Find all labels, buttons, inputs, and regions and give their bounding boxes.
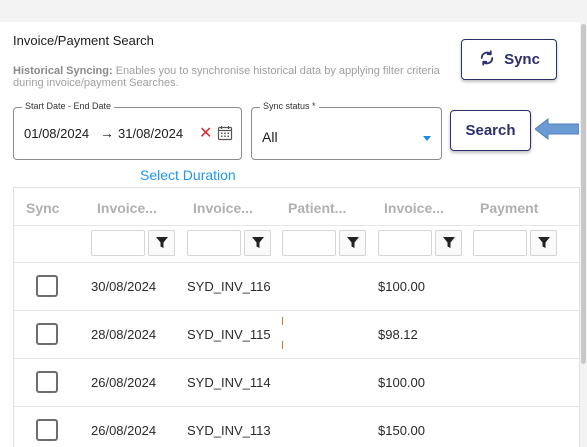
column-header-invoice-date[interactable]: Invoice... xyxy=(97,200,157,216)
filter-row xyxy=(14,226,579,263)
filter-icon[interactable] xyxy=(530,230,557,256)
table-row[interactable]: 28/08/2024 SYD_INV_115 $98.12 xyxy=(14,311,579,359)
column-header-patient[interactable]: Patient... xyxy=(288,200,346,216)
invoice-date-cell: 30/08/2024 xyxy=(91,279,157,294)
start-date-value[interactable]: 01/08/2024 xyxy=(24,126,89,141)
patient-cell-marker xyxy=(282,341,283,349)
filter-icon[interactable] xyxy=(244,230,271,256)
invoice-date-cell: 28/08/2024 xyxy=(91,327,157,342)
invoice-number-cell: SYD_INV_114 xyxy=(187,375,271,390)
pointer-arrow-icon xyxy=(535,118,579,140)
table-row[interactable]: 26/08/2024 SYD_INV_113 $150.00 xyxy=(14,407,579,447)
scrollbar-thumb[interactable] xyxy=(581,24,586,364)
historical-sync-description: Historical Syncing: Enables you to synch… xyxy=(13,65,458,89)
invoice-table: Sync Invoice... Invoice... Patient... In… xyxy=(13,187,580,447)
filter-input-invoice-number[interactable] xyxy=(187,230,241,256)
date-range-legend: Start Date - End Date xyxy=(22,101,115,111)
row-sync-checkbox[interactable] xyxy=(36,323,58,345)
invoice-date-cell: 26/08/2024 xyxy=(91,423,157,438)
search-button[interactable]: Search xyxy=(450,110,531,151)
column-header-payment[interactable]: Payment xyxy=(480,200,538,216)
filter-input-patient[interactable] xyxy=(282,230,336,256)
filter-input-invoice-amount[interactable] xyxy=(378,230,432,256)
row-sync-checkbox[interactable] xyxy=(36,371,58,393)
filter-icon[interactable] xyxy=(339,230,366,256)
invoice-number-cell: SYD_INV_116 xyxy=(187,279,271,294)
filter-input-invoice-date[interactable] xyxy=(91,230,145,256)
sync-status-legend: Sync status * xyxy=(260,101,319,111)
select-duration-link[interactable]: Select Duration xyxy=(140,167,236,183)
sync-button-label: Sync xyxy=(504,51,540,68)
arrow-right-icon: → xyxy=(100,125,114,141)
sync-status-select[interactable]: Sync status * All xyxy=(251,101,442,160)
column-header-invoice-amount[interactable]: Invoice... xyxy=(384,200,444,216)
filter-input-payment[interactable] xyxy=(473,230,527,256)
calendar-icon[interactable] xyxy=(217,125,233,141)
invoice-number-cell: SYD_INV_113 xyxy=(187,423,271,438)
sync-icon xyxy=(478,49,496,71)
filter-icon[interactable] xyxy=(148,230,175,256)
column-header-invoice-number[interactable]: Invoice... xyxy=(193,200,253,216)
sync-status-value: All xyxy=(262,129,278,145)
column-header-sync[interactable]: Sync xyxy=(26,200,59,216)
page-title: Invoice/Payment Search xyxy=(13,33,154,48)
row-sync-checkbox[interactable] xyxy=(36,419,58,441)
invoice-number-cell: SYD_INV_115 xyxy=(187,327,271,342)
dropdown-caret-icon[interactable] xyxy=(423,136,431,141)
patient-cell-marker xyxy=(282,317,283,325)
row-sync-checkbox[interactable] xyxy=(36,275,58,297)
invoice-amount-cell: $100.00 xyxy=(378,375,425,390)
invoice-date-cell: 26/08/2024 xyxy=(91,375,157,390)
sync-button[interactable]: Sync xyxy=(461,39,557,80)
description-label: Historical Syncing: xyxy=(13,65,113,77)
invoice-amount-cell: $98.12 xyxy=(378,327,418,342)
invoice-amount-cell: $100.00 xyxy=(378,279,425,294)
end-date-value[interactable]: 31/08/2024 xyxy=(118,126,183,141)
date-range-field[interactable]: Start Date - End Date 01/08/2024 → 31/08… xyxy=(13,101,242,160)
table-row[interactable]: 30/08/2024 SYD_INV_116 $100.00 xyxy=(14,263,579,311)
table-header: Sync Invoice... Invoice... Patient... In… xyxy=(14,188,579,226)
clear-date-icon[interactable]: ✕ xyxy=(199,123,212,143)
invoice-amount-cell: $150.00 xyxy=(378,423,425,438)
filter-icon[interactable] xyxy=(435,230,462,256)
table-row[interactable]: 26/08/2024 SYD_INV_114 $100.00 xyxy=(14,359,579,407)
